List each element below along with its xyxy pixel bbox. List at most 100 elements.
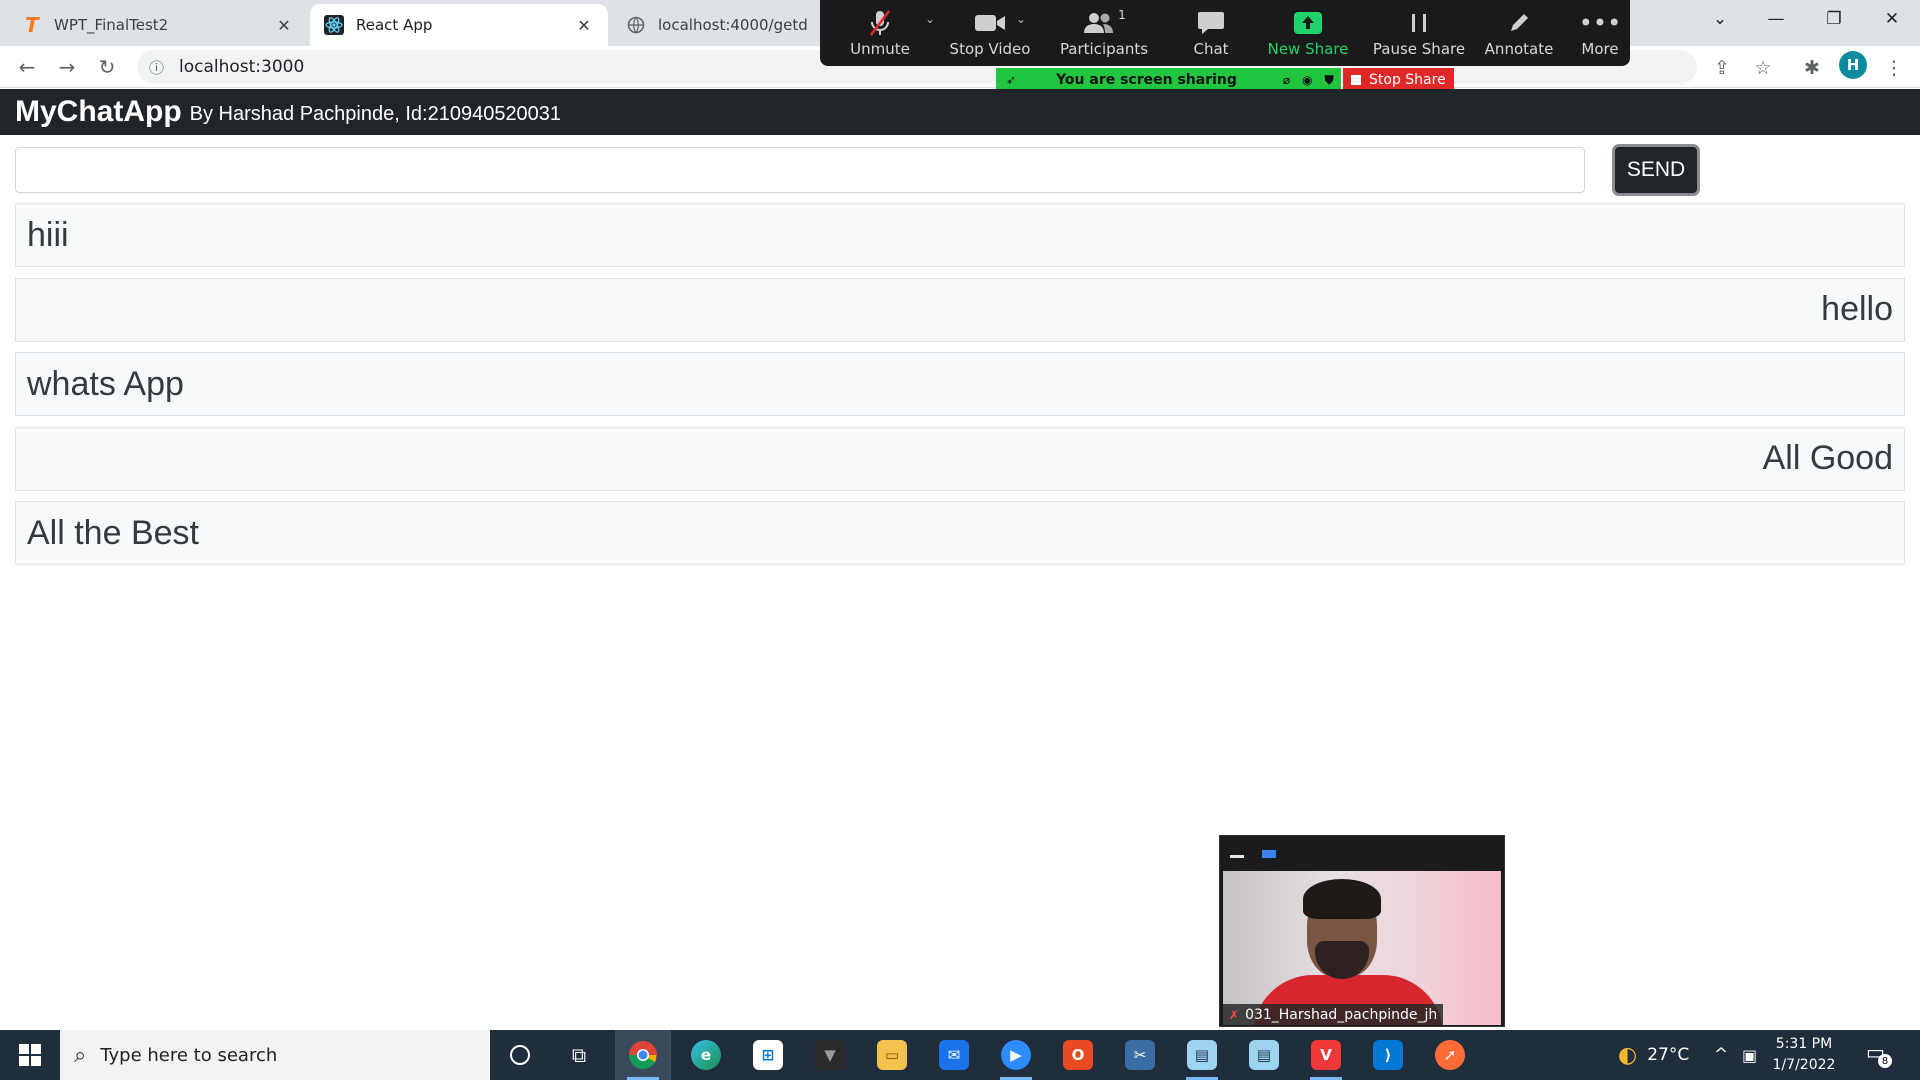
notification-center-icon[interactable]: ▭ 8 <box>1866 1040 1892 1068</box>
zoom-meeting-controls: Unmute ⌄ Stop Video ⌄ 1 Participants Cha… <box>820 0 1630 66</box>
taskbar-clock[interactable]: 5:31 PM 1/7/2022 <box>1764 1034 1844 1076</box>
shield-icon: ⛊ <box>1324 72 1334 87</box>
message-input[interactable] <box>15 147 1585 193</box>
unmute-label: Unmute <box>850 40 910 58</box>
vscode-icon[interactable]: ⟩ <box>1360 1030 1416 1080</box>
app-brand[interactable]: MyChatApp <box>15 95 182 129</box>
profile-avatar[interactable]: H <box>1839 51 1867 79</box>
send-button[interactable]: SEND <box>1612 144 1700 196</box>
pause-share-label: Pause Share <box>1372 40 1466 58</box>
globe-icon <box>626 15 646 35</box>
share-icon[interactable]: ⇪ <box>1707 53 1737 83</box>
message-item: All Good <box>15 426 1905 491</box>
clock-date: 1/7/2022 <box>1772 1057 1836 1073</box>
snipping-icon[interactable]: ✂ <box>1112 1030 1168 1080</box>
cortana-icon[interactable] <box>492 1030 548 1080</box>
info-icon[interactable]: ⓘ <box>149 57 175 78</box>
message-text: hiii <box>27 215 69 254</box>
tab-search-chevron-icon[interactable]: ⌄ <box>1692 0 1748 38</box>
stop-share-label: Stop Share <box>1369 72 1446 88</box>
share-screen-arrow-icon <box>1293 6 1323 40</box>
office-icon[interactable]: O <box>1050 1030 1106 1080</box>
close-icon[interactable]: ✕ <box>574 16 594 35</box>
muted-mic-icon: ✗ <box>1229 1007 1240 1022</box>
clock-time: 5:31 PM <box>1775 1036 1833 1052</box>
tab-title: React App <box>356 16 433 34</box>
message-text: All Good <box>1762 439 1893 477</box>
leaf-icon: ➶ <box>1006 73 1017 87</box>
restore-icon[interactable]: ❐ <box>1806 0 1862 38</box>
address-url[interactable]: localhost:3000 <box>179 57 304 77</box>
task-view-icon[interactable]: ⧉ <box>551 1030 607 1080</box>
tab-title: localhost:4000/getdata <box>658 16 808 34</box>
video-camera-icon <box>974 6 1006 40</box>
minimize-video-icon[interactable] <box>1230 855 1244 858</box>
annotate-label: Annotate <box>1484 40 1554 58</box>
more-dots-icon: ••• <box>1578 9 1622 37</box>
annotate-button[interactable]: Annotate <box>1466 6 1572 64</box>
weather-sun-icon: ◐ <box>1618 1042 1638 1068</box>
more-label: More <box>1581 40 1619 58</box>
pause-share-button[interactable]: Pause Share <box>1354 6 1484 64</box>
store-icon[interactable]: ⊞ <box>740 1030 796 1080</box>
muted-mic-icon <box>868 6 892 40</box>
bookmark-star-icon[interactable]: ☆ <box>1748 53 1778 83</box>
tab-title: WPT_FinalTest2 <box>54 16 169 34</box>
message-text: All the Best <box>27 513 199 552</box>
chat-button[interactable]: Chat <box>1165 6 1257 64</box>
react-icon <box>324 15 344 35</box>
forward-icon[interactable]: → <box>51 51 83 83</box>
close-window-icon[interactable]: ✕ <box>1864 0 1920 38</box>
notepad2-icon[interactable]: ▤ <box>1236 1030 1292 1080</box>
file-explorer-icon[interactable]: ▭ <box>864 1030 920 1080</box>
message-item: hello <box>15 277 1905 342</box>
message-text: whats App <box>27 364 184 403</box>
zoom-icon[interactable]: ▶ <box>988 1030 1044 1080</box>
zoom-video-window[interactable]: ✗ 031_Harshad_pachpinde_jh <box>1219 835 1505 1027</box>
minimize-icon[interactable]: — <box>1748 0 1804 38</box>
record-icon: ◉ <box>1302 72 1313 87</box>
participants-button[interactable]: 1 Participants <box>1048 6 1160 64</box>
message-item: hiii <box>15 203 1905 267</box>
tab-react-app[interactable]: React App ✕ <box>310 4 608 46</box>
stop-video-label: Stop Video <box>949 40 1031 58</box>
new-share-button[interactable]: New Share <box>1248 6 1368 64</box>
windows-taskbar: ⌕ Type here to search ⧉ e ⊞ ▼ ▭ ✉ ▶ O ✂ … <box>0 1030 1920 1080</box>
unmute-button[interactable]: Unmute <box>842 6 918 64</box>
chat-label: Chat <box>1193 40 1229 58</box>
weather-widget[interactable]: ◐ 27°C <box>1618 1030 1689 1080</box>
participants-count: 1 <box>1118 8 1126 22</box>
message-item: All the Best <box>15 501 1905 565</box>
close-icon[interactable]: ✕ <box>274 16 294 35</box>
pencil-icon <box>1507 6 1531 40</box>
app-author-subtitle: By Harshad Pachpinde, Id:210940520031 <box>189 102 562 125</box>
mail-icon[interactable]: ✉ <box>926 1030 982 1080</box>
taskbar-search-box[interactable]: ⌕ Type here to search <box>60 1030 490 1080</box>
view-mode-icon[interactable] <box>1262 849 1276 858</box>
extensions-icon[interactable]: ✱ <box>1797 53 1827 83</box>
video-options-chevron-icon[interactable]: ⌄ <box>1016 12 1026 26</box>
video-window-titlebar[interactable] <box>1220 836 1504 869</box>
reload-icon[interactable]: ↻ <box>91 51 123 83</box>
more-button[interactable]: ••• More <box>1562 6 1638 64</box>
postman-icon[interactable]: ➚ <box>1422 1030 1478 1080</box>
participants-label: Participants <box>1059 40 1149 58</box>
tab-getdata[interactable]: localhost:4000/getdata <box>612 4 822 46</box>
audio-options-chevron-icon[interactable]: ⌄ <box>925 12 935 26</box>
person-hair <box>1303 879 1381 919</box>
new-share-label: New Share <box>1267 40 1349 58</box>
network-display-icon[interactable]: ▣ <box>1742 1030 1757 1080</box>
edge-icon[interactable]: e <box>678 1030 734 1080</box>
back-icon[interactable]: ← <box>11 51 43 83</box>
kebab-menu-icon[interactable]: ⋮ <box>1879 53 1909 83</box>
tab-wpt-finaltest[interactable]: T WPT_FinalTest2 ✕ <box>8 4 308 46</box>
predator-icon[interactable]: ▼ <box>802 1030 858 1080</box>
show-hidden-icons-chevron-icon[interactable]: ^ <box>1714 1030 1728 1080</box>
chrome-icon[interactable] <box>615 1030 671 1080</box>
t-icon: T <box>25 13 39 37</box>
notepad-icon[interactable]: ▤ <box>1174 1030 1230 1080</box>
participant-name-tag: ✗ 031_Harshad_pachpinde_jh <box>1223 1004 1444 1025</box>
chat-bubble-icon <box>1197 6 1225 40</box>
start-button[interactable] <box>0 1030 60 1080</box>
vivaldi-icon[interactable]: V <box>1298 1030 1354 1080</box>
